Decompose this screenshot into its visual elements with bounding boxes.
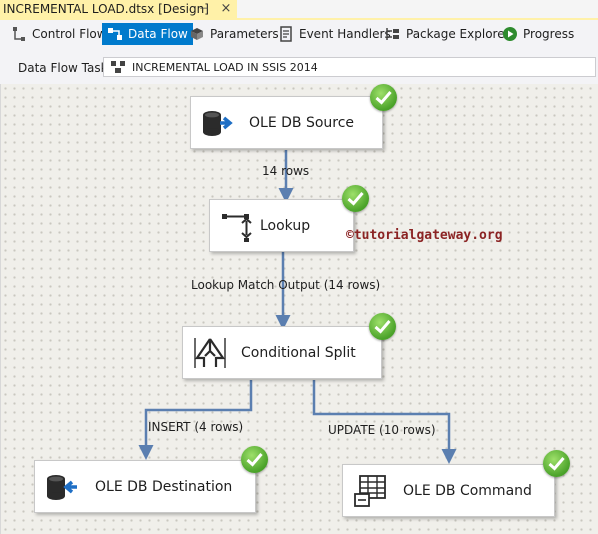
ole-db-destination-component[interactable]: OLE DB Destination	[34, 460, 256, 513]
tab-data-flow-label: Data Flow	[128, 27, 188, 41]
path-label-lookup-match: Lookup Match Output (14 rows)	[191, 278, 381, 292]
conditional-split-label: Conditional Split	[241, 344, 356, 361]
tab-event-handlers-label: Event Handlers	[299, 27, 391, 41]
data-flow-task-select[interactable]: INCREMENTAL LOAD IN SSIS 2014	[103, 57, 596, 77]
ole-db-source-icon	[203, 110, 233, 136]
ole-db-source-label: OLE DB Source	[249, 114, 355, 131]
data-flow-task-icon	[111, 61, 125, 73]
control-flow-icon	[13, 27, 25, 41]
ole-db-source-component[interactable]: OLE DB Source	[190, 96, 383, 149]
close-icon[interactable]: ×	[219, 2, 233, 16]
watermark: ©tutorialgateway.org	[346, 228, 503, 243]
ole-db-destination-label: OLE DB Destination	[95, 478, 233, 495]
tab-control-flow[interactable]: Control Flow	[6, 23, 112, 45]
success-check-icon	[369, 313, 396, 340]
conditional-split-component[interactable]: Conditional Split	[182, 326, 382, 379]
parameters-icon	[191, 28, 203, 40]
designer-toolbar: Control Flow Data Flow Parameters Event …	[0, 20, 598, 48]
path-split-to-destination	[138, 380, 253, 460]
path-label-update: UPDATE (10 rows)	[328, 423, 436, 437]
tab-parameters[interactable]: Parameters	[184, 23, 284, 45]
package-explorer-icon	[386, 28, 399, 40]
path-label-insert: INSERT (4 rows)	[148, 420, 244, 434]
tab-control-flow-label: Control Flow	[32, 27, 107, 41]
ole-db-command-icon	[354, 474, 386, 507]
ole-db-command-label: OLE DB Command	[403, 482, 532, 499]
data-flow-canvas[interactable]: OLE DB Source Lookup Conditional Split O…	[0, 84, 598, 534]
data-flow-icon	[108, 28, 122, 40]
event-handlers-icon	[280, 26, 292, 42]
tab-package-explorer[interactable]: Package Explorer	[380, 23, 515, 45]
tab-progress[interactable]: Progress	[497, 23, 579, 45]
path-split-to-command	[312, 380, 457, 464]
document-tab-title: INCREMENTAL LOAD.dtsx [Design]	[3, 2, 209, 16]
tab-package-explorer-label: Package Explorer	[406, 27, 510, 41]
document-tab-bar: INCREMENTAL LOAD.dtsx [Design] ⊣ ×	[0, 0, 598, 18]
lookup-label: Lookup	[260, 217, 311, 234]
success-check-icon	[543, 450, 570, 477]
success-check-icon	[370, 84, 397, 111]
data-flow-task-value: INCREMENTAL LOAD IN SSIS 2014	[132, 60, 318, 74]
success-check-icon	[241, 446, 268, 473]
pin-icon[interactable]: ⊣	[197, 2, 211, 16]
progress-icon	[503, 27, 517, 41]
success-check-icon	[342, 185, 369, 212]
tab-event-handlers[interactable]: Event Handlers	[273, 23, 396, 45]
tab-progress-label: Progress	[523, 27, 575, 41]
path-label-source-lookup: 14 rows	[262, 164, 310, 178]
ole-db-command-component[interactable]: OLE DB Command	[342, 464, 555, 517]
tab-data-flow[interactable]: Data Flow	[102, 23, 193, 45]
ole-db-destination-icon	[47, 474, 77, 500]
tab-parameters-label: Parameters	[210, 27, 279, 41]
lookup-icon	[222, 213, 252, 242]
data-flow-task-label: Data Flow Task:	[18, 61, 112, 75]
conditional-split-icon	[194, 337, 226, 368]
lookup-component[interactable]: Lookup	[209, 199, 354, 252]
data-flow-task-bar: Data Flow Task: INCREMENTAL LOAD IN SSIS…	[0, 48, 598, 84]
